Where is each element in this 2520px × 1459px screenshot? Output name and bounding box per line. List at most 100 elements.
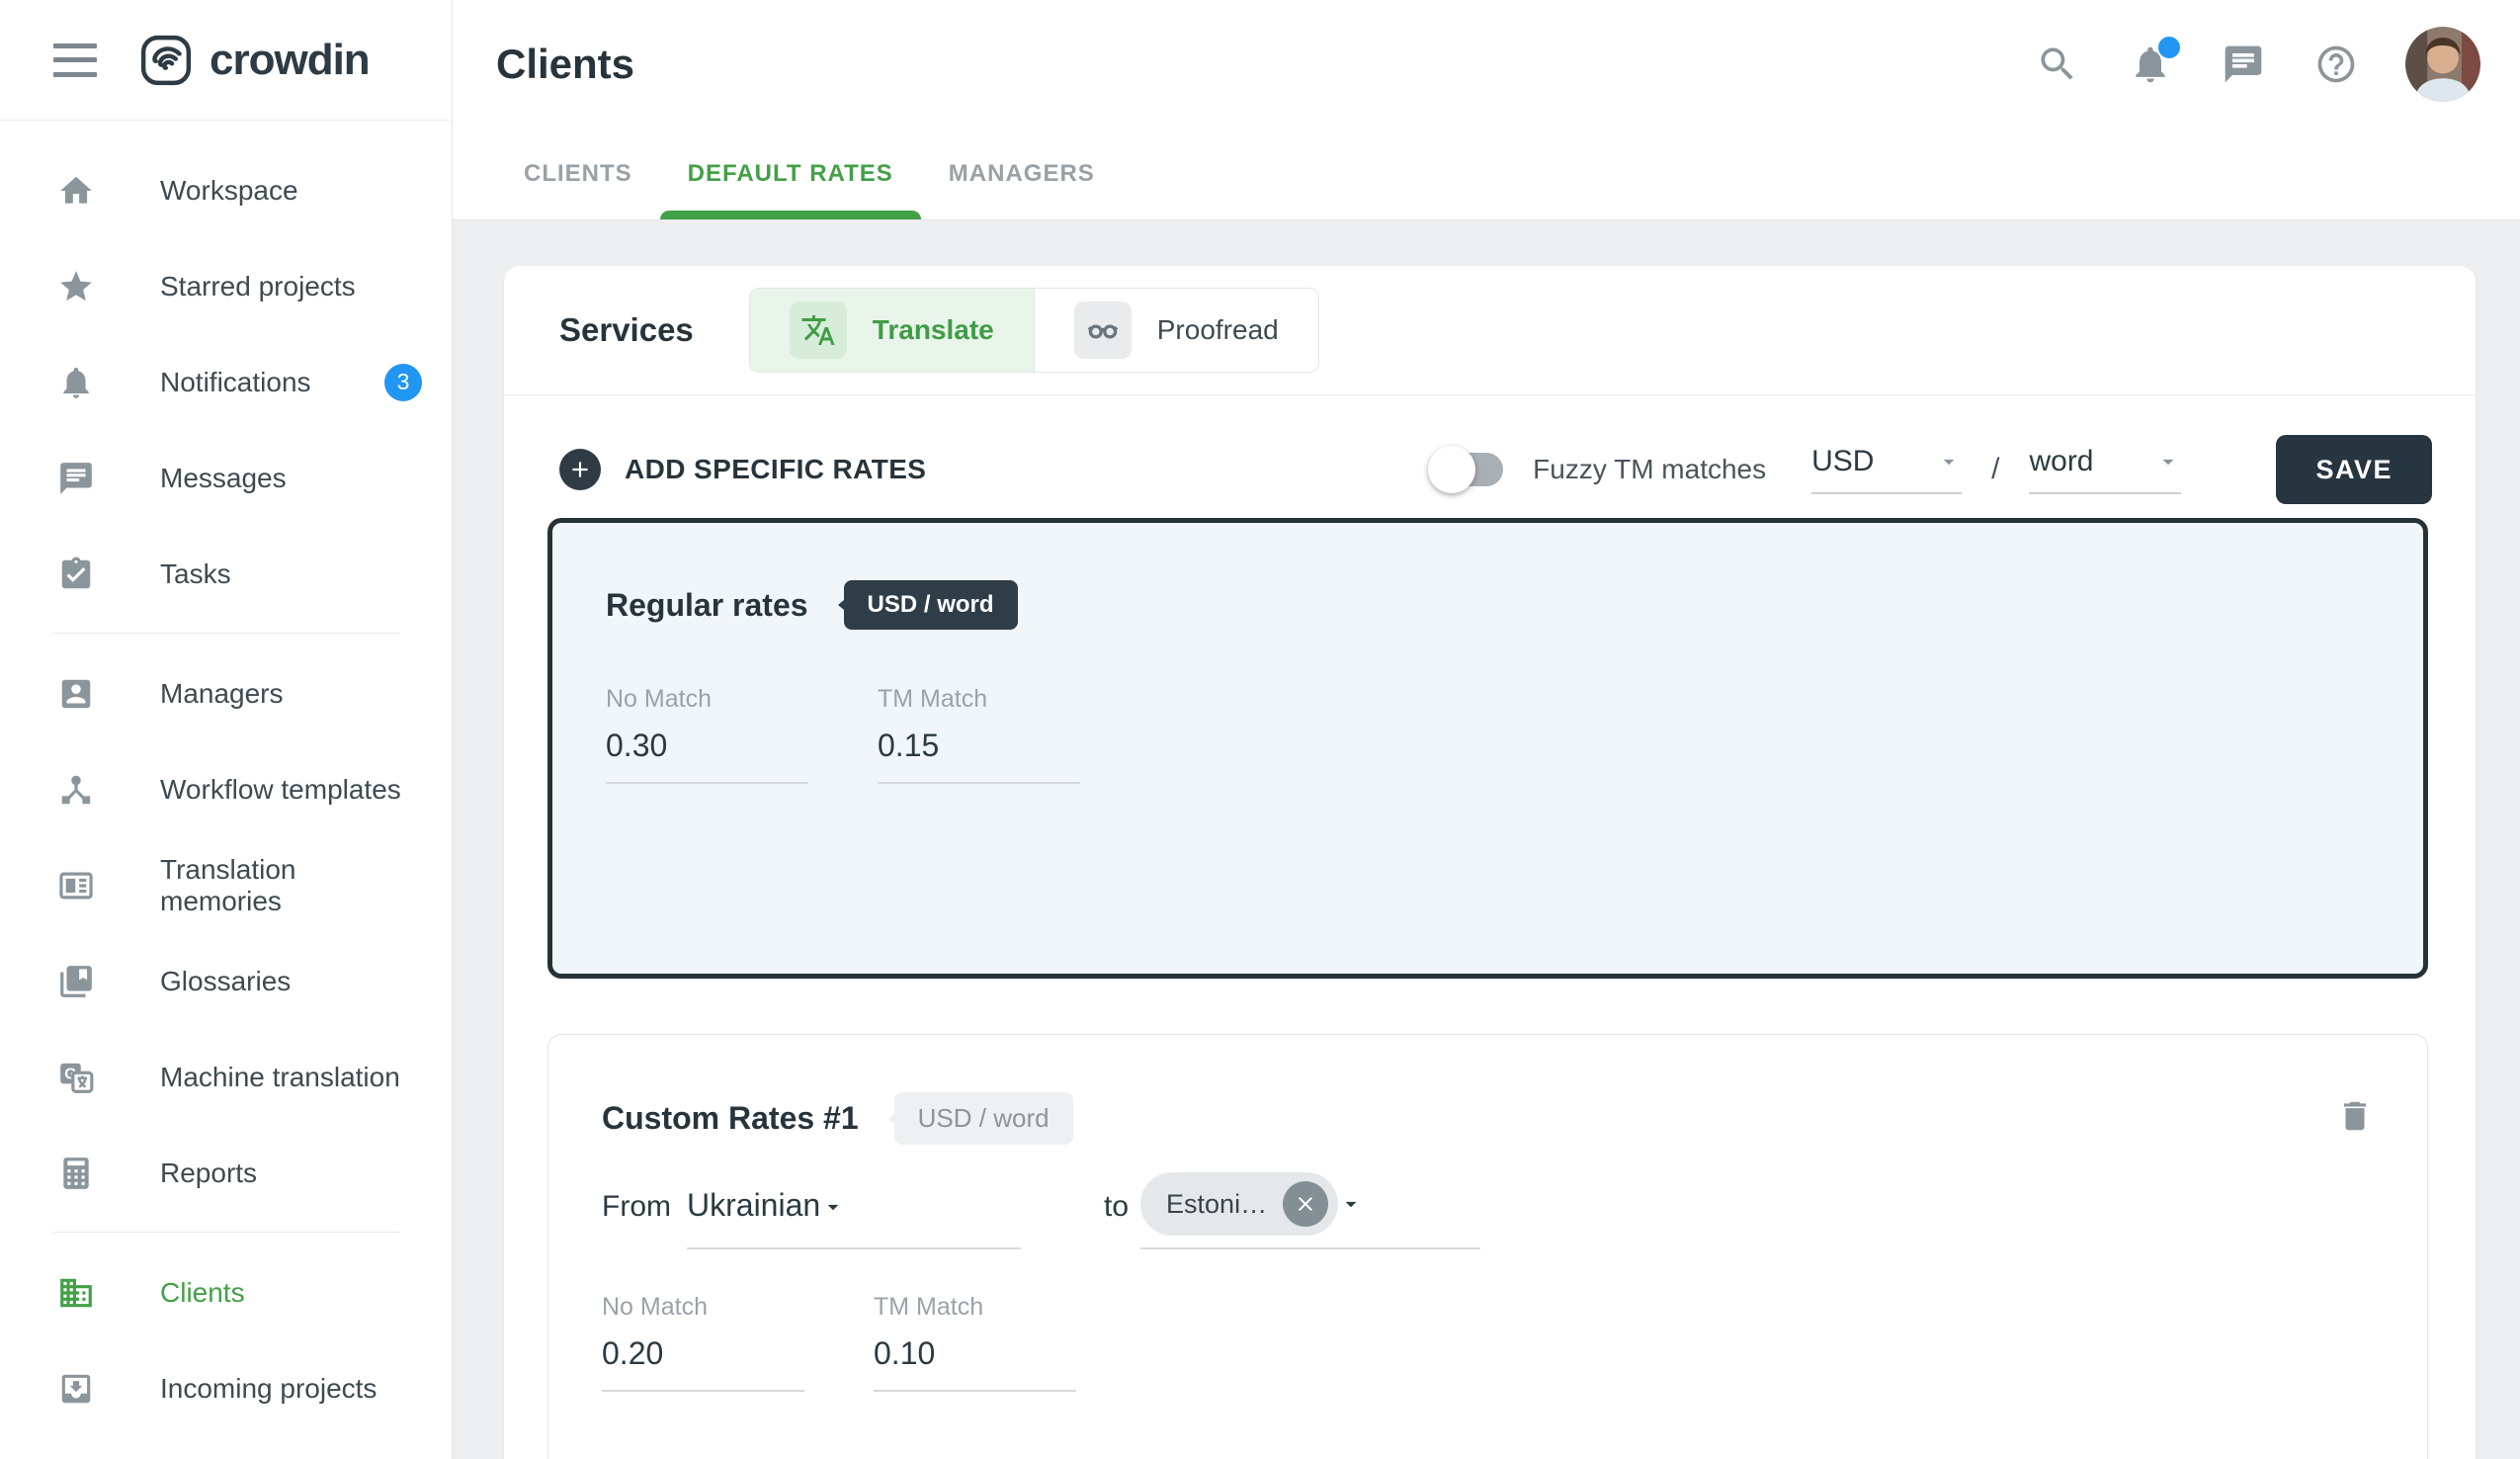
from-language-select[interactable]: Ukrainian <box>687 1187 1021 1249</box>
no-match-input[interactable]: 0.30 <box>606 728 808 784</box>
sidebar-item-notifications[interactable]: Notifications 3 <box>0 334 452 430</box>
sidebar-item-machine-translation[interactable]: G Machine translation <box>0 1029 452 1125</box>
sidebar-item-label: Incoming projects <box>160 1373 377 1405</box>
sidebar-logo-row: crowdin <box>0 0 452 121</box>
custom-rates-card: Custom Rates #1 USD / word From Ukrainia… <box>547 1034 2428 1459</box>
messages-icon[interactable] <box>2220 41 2267 88</box>
sidebar-item-reports[interactable]: Reports <box>0 1125 452 1221</box>
tm-card-icon <box>57 867 95 904</box>
sidebar-item-label: Clients <box>160 1277 245 1309</box>
tm-match-field: TM Match 0.15 <box>878 685 1080 784</box>
save-button[interactable]: SAVE <box>2276 435 2432 504</box>
service-type-switcher: Translate Proofread <box>749 288 1319 373</box>
star-icon <box>57 268 95 305</box>
add-specific-rates-label: ADD SPECIFIC RATES <box>625 454 926 485</box>
tm-match-label: TM Match <box>874 1293 1076 1322</box>
controls-right-group: Fuzzy TM matches USD / word SAVE <box>1436 435 2432 504</box>
toggle-knob <box>1428 446 1475 493</box>
sidebar-item-tasks[interactable]: Tasks <box>0 526 452 622</box>
plus-icon <box>559 449 601 490</box>
tm-match-input[interactable]: 0.10 <box>874 1335 1076 1392</box>
delete-rates-button[interactable] <box>2336 1097 2374 1140</box>
tm-match-input[interactable]: 0.15 <box>878 728 1080 784</box>
sidebar-item-label: Translation memories <box>160 854 422 917</box>
sidebar-item-label: Glossaries <box>160 966 291 997</box>
sidebar-item-label: Starred projects <box>160 271 356 302</box>
custom-rates-fields: No Match 0.20 TM Match 0.10 <box>602 1293 2374 1392</box>
sidebar-divider <box>53 633 400 634</box>
services-heading: Services <box>559 311 694 349</box>
sidebar-item-starred-projects[interactable]: Starred projects <box>0 238 452 334</box>
sidebar-item-label: Messages <box>160 463 287 494</box>
default-rates-card: Services Translate Proofread <box>504 266 2476 1459</box>
translate-icon <box>790 301 847 359</box>
translate-service-button[interactable]: Translate <box>750 289 1035 372</box>
sidebar: crowdin Workspace Starred projects Notif… <box>0 0 453 1459</box>
usd-word-badge: USD / word <box>844 580 1018 630</box>
sidebar-item-managers[interactable]: Managers <box>0 645 452 741</box>
from-label: From <box>602 1190 671 1249</box>
topbar: Clients <box>453 0 2520 220</box>
unit-value: word <box>2029 445 2093 478</box>
tab-clients[interactable]: CLIENTS <box>496 129 660 219</box>
user-avatar[interactable] <box>2405 27 2480 102</box>
custom-rates-title: Custom Rates #1 <box>602 1100 859 1137</box>
no-match-label: No Match <box>602 1293 804 1322</box>
no-match-input[interactable]: 0.20 <box>602 1335 804 1392</box>
topbar-icons <box>2034 27 2480 102</box>
sidebar-item-translation-memories[interactable]: Translation memories <box>0 837 452 933</box>
tab-bar: CLIENTS DEFAULT RATES MANAGERS <box>496 129 2480 219</box>
sidebar-item-workspace[interactable]: Workspace <box>0 142 452 238</box>
search-icon[interactable] <box>2034 41 2081 88</box>
translate-label: Translate <box>873 314 994 346</box>
sidebar-item-clients[interactable]: Clients <box>0 1244 452 1340</box>
currency-unit-separator: / <box>1991 453 1999 486</box>
crowdin-logo-text: crowdin <box>210 36 370 85</box>
rates-controls-row: ADD SPECIFIC RATES Fuzzy TM matches USD … <box>504 395 2476 504</box>
sidebar-item-label: Reports <box>160 1158 257 1189</box>
regular-rates-panel[interactable]: Regular rates USD / word No Match 0.30 T… <box>547 518 2428 979</box>
regular-rates-title: Regular rates <box>606 587 808 624</box>
building-icon <box>57 1274 95 1312</box>
sidebar-item-label: Tasks <box>160 558 231 590</box>
language-pair-row: From Ukrainian to Estoni… <box>602 1172 2374 1249</box>
chevron-down-icon <box>1338 1191 1364 1217</box>
to-label: to <box>1104 1190 1129 1249</box>
tab-managers[interactable]: MANAGERS <box>921 129 1123 219</box>
person-card-icon <box>57 675 95 713</box>
notifications-count-badge: 3 <box>384 364 422 401</box>
to-language-chip-label: Estoni… <box>1166 1189 1267 1220</box>
sidebar-item-label: Workflow templates <box>160 774 401 806</box>
workflow-icon <box>57 771 95 809</box>
proofread-service-button[interactable]: Proofread <box>1035 289 1318 372</box>
to-language-select[interactable]: Estoni… <box>1140 1172 1480 1249</box>
notifications-bell-icon[interactable] <box>2127 41 2174 88</box>
trash-icon <box>2336 1097 2374 1135</box>
help-icon[interactable] <box>2312 41 2360 88</box>
fuzzy-tm-label: Fuzzy TM matches <box>1533 454 1766 485</box>
hamburger-menu-icon[interactable] <box>53 43 97 77</box>
unit-select[interactable]: word <box>2029 445 2181 494</box>
message-icon <box>57 460 95 497</box>
clipboard-check-icon <box>57 556 95 593</box>
sidebar-item-workflow-templates[interactable]: Workflow templates <box>0 741 452 837</box>
chevron-down-icon <box>820 1194 846 1224</box>
add-specific-rates-button[interactable]: ADD SPECIFIC RATES <box>559 449 926 490</box>
crowdin-logo[interactable]: crowdin <box>138 33 370 88</box>
to-language-chip: Estoni… <box>1140 1172 1338 1236</box>
currency-select[interactable]: USD <box>1811 445 1962 494</box>
sidebar-item-label: Machine translation <box>160 1062 400 1093</box>
tab-default-rates[interactable]: DEFAULT RATES <box>660 129 921 219</box>
sidebar-item-label: Notifications <box>160 367 311 398</box>
tm-match-field: TM Match 0.10 <box>874 1293 1076 1392</box>
fuzzy-tm-toggle[interactable] <box>1436 453 1503 486</box>
page-title: Clients <box>496 41 634 88</box>
remove-language-button[interactable] <box>1283 1181 1328 1227</box>
sidebar-item-incoming-projects[interactable]: Incoming projects <box>0 1340 452 1436</box>
sidebar-item-messages[interactable]: Messages <box>0 430 452 526</box>
inbox-download-icon <box>57 1370 95 1408</box>
sidebar-item-glossaries[interactable]: Glossaries <box>0 933 452 1029</box>
sidebar-divider <box>53 1232 400 1233</box>
chevron-down-icon <box>1936 449 1962 474</box>
chevron-down-icon <box>2155 449 2181 474</box>
